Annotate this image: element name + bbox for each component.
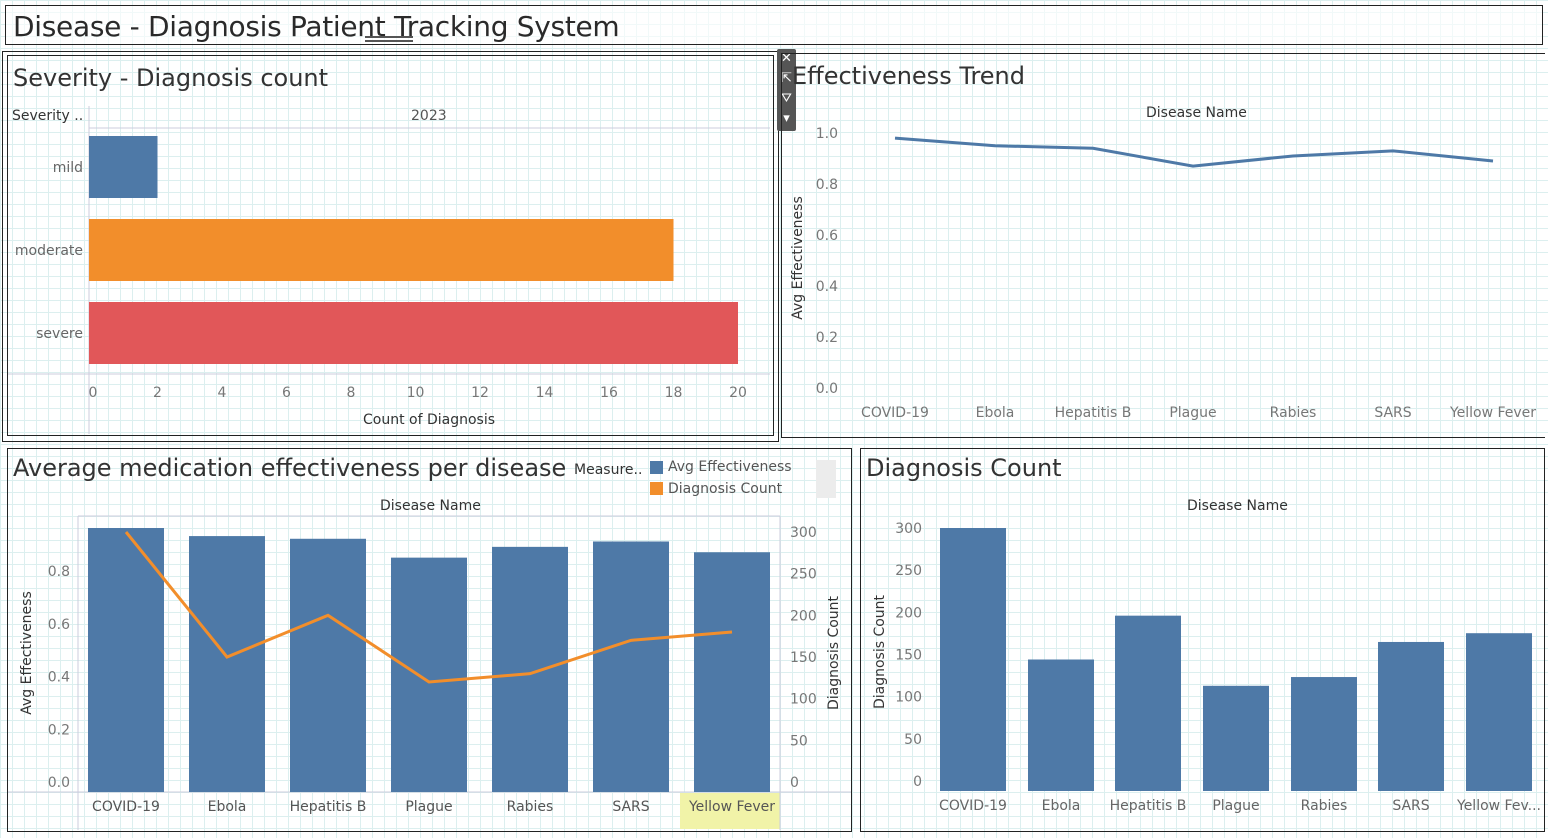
count-x-tick: Rabies: [1301, 798, 1348, 814]
combo-bar-SARS: [593, 541, 669, 792]
count-bar-COVID-19: [940, 528, 1006, 791]
combo-bar-Yellow Fever: [694, 552, 770, 792]
combo-x-tick: Yellow Fever: [688, 799, 775, 815]
trend-x-tick: SARS: [1374, 405, 1411, 421]
count-y-tick: 250: [895, 563, 922, 579]
combo-right-y-tick: 300: [790, 525, 817, 541]
combo-right-y-tick: 50: [790, 733, 808, 749]
charts-layer: mild moderate severe 0 2 4 6 8 10 12 14 16 18 20 0.0 0.…: [8, 106, 1541, 830]
severity-bar-mild: [89, 136, 158, 198]
combo-left-y-tick: 0.8: [48, 564, 70, 580]
severity-x-tick: 8: [347, 385, 356, 401]
combo-bar-Rabies: [492, 546, 568, 792]
combo-left-y-tick: 0.0: [48, 775, 70, 791]
trend-y-tick: 1.0: [816, 126, 838, 142]
combo-right-y-tick: 100: [790, 692, 817, 708]
combo-bar-Plague: [391, 557, 467, 792]
combo-bar-Hepatitis B: [290, 538, 366, 792]
severity-x-tick: 16: [600, 385, 618, 401]
combo-x-tick: SARS: [612, 799, 649, 815]
count-y-tick: 100: [895, 690, 922, 706]
count-x-tick: Ebola: [1042, 798, 1081, 814]
trend-x-tick: Ebola: [976, 405, 1015, 421]
count-y-tick: 150: [895, 648, 922, 664]
combo-right-y-tick: 250: [790, 567, 817, 583]
combo-left-y-tick: 0.2: [48, 722, 70, 738]
count-bar-Ebola: [1028, 659, 1094, 791]
count-bar-Plague: [1203, 685, 1269, 791]
count-y-tick: 300: [895, 521, 922, 537]
severity-x-tick: 12: [471, 385, 489, 401]
combo-x-tick: Ebola: [208, 799, 247, 815]
count-bar-Yellow Fev...: [1466, 633, 1532, 791]
combo-x-tick: Hepatitis B: [290, 799, 367, 815]
count-x-tick: Plague: [1212, 798, 1259, 814]
combo-left-y-tick: 0.6: [48, 617, 70, 633]
count-x-tick: Yellow Fev...: [1456, 798, 1541, 814]
count-y-tick: 50: [904, 732, 922, 748]
count-x-tick: SARS: [1392, 798, 1429, 814]
combo-x-tick: COVID-19: [92, 799, 160, 815]
count-x-tick: Hepatitis B: [1110, 798, 1187, 814]
count-bar-Rabies: [1291, 677, 1357, 791]
count-x-tick: COVID-19: [939, 798, 1007, 814]
count-bar-SARS: [1378, 641, 1444, 791]
severity-row-label: moderate: [15, 243, 83, 259]
combo-bar-COVID-19: [88, 528, 164, 792]
trend-x-tick: Yellow Fever: [1449, 405, 1536, 421]
count-bar-Hepatitis B: [1115, 615, 1181, 791]
severity-x-tick: 18: [665, 385, 683, 401]
trend-y-tick: 0.4: [816, 279, 838, 295]
severity-bar-severe: [89, 302, 738, 364]
combo-right-y-tick: 200: [790, 608, 817, 624]
trend-y-tick: 0.2: [816, 330, 838, 346]
trend-y-tick: 0.8: [816, 177, 838, 193]
severity-row-label: severe: [36, 326, 83, 342]
severity-x-tick: 2: [153, 385, 162, 401]
trend-x-tick: Rabies: [1270, 405, 1317, 421]
severity-x-tick: 4: [218, 385, 227, 401]
severity-row-label: mild: [53, 160, 83, 176]
combo-x-tick: Plague: [405, 799, 452, 815]
trend-y-tick: 0.0: [816, 381, 838, 397]
combo-right-y-tick: 0: [790, 775, 799, 791]
trend-line: [894, 136, 1494, 168]
count-y-tick: 0: [913, 774, 922, 790]
severity-x-tick: 0: [89, 385, 98, 401]
combo-right-y-tick: 150: [790, 650, 817, 666]
severity-x-tick: 6: [282, 385, 291, 401]
count-y-tick: 200: [895, 605, 922, 621]
severity-x-tick: 10: [407, 385, 425, 401]
trend-y-tick: 0.6: [816, 228, 838, 244]
trend-x-tick: COVID-19: [861, 405, 929, 421]
trend-x-tick: Hepatitis B: [1055, 405, 1132, 421]
severity-bar-moderate: [89, 219, 674, 281]
severity-x-tick: 14: [536, 385, 554, 401]
trend-x-tick: Plague: [1169, 405, 1216, 421]
severity-x-tick: 20: [729, 385, 747, 401]
combo-x-tick: Rabies: [507, 799, 554, 815]
combo-bar-Ebola: [189, 536, 265, 792]
combo-left-y-tick: 0.4: [48, 670, 70, 686]
